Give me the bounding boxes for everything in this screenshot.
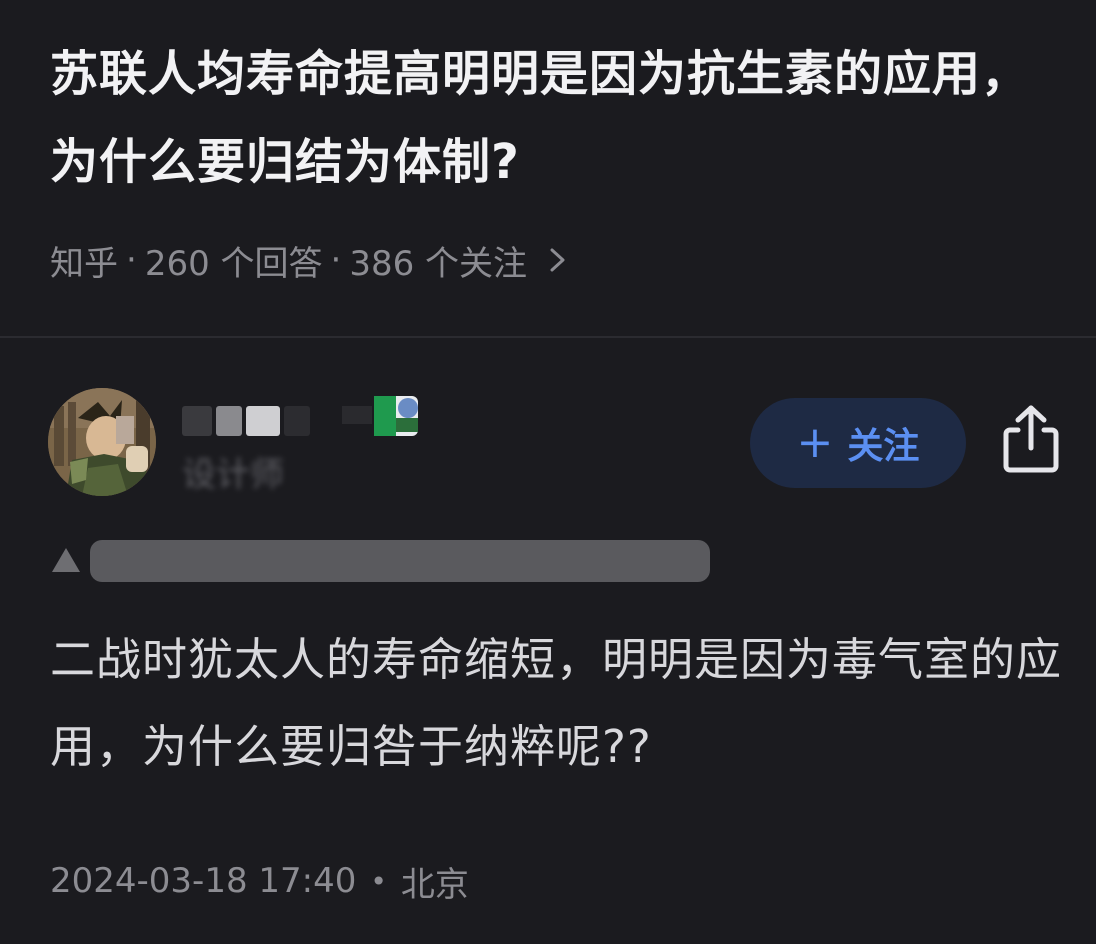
avatar[interactable] — [48, 388, 156, 496]
author-name-redacted[interactable] — [182, 406, 312, 436]
badge-icon — [342, 396, 418, 436]
question-meta[interactable]: 知乎 · 260 个回答 · 386 个关注 — [50, 234, 571, 286]
plus-icon: + — [796, 417, 834, 468]
vote-summary-redacted — [90, 540, 710, 582]
chevron-right-icon — [550, 248, 565, 272]
answer-location: 北京 — [400, 864, 469, 905]
question-follower-count: 386 个关注 — [349, 243, 528, 284]
answer-card: 设计师 + 关注 二战时犹太人的寿命缩短，明明是因为毒气室的应用，为什么要归咎于… — [0, 338, 1096, 944]
vote-summary[interactable] — [48, 538, 718, 584]
question-title[interactable]: 苏联人均寿命提高明明是因为抗生素的应用，为什么要归结为体制? — [50, 30, 1050, 206]
follow-button-label: 关注 — [847, 426, 920, 467]
answer-footer: 2024-03-18 17:40 • 北京 — [50, 856, 469, 906]
question-source: 知乎 — [50, 243, 118, 284]
question-header: 苏联人均寿命提高明明是因为抗生素的应用，为什么要归结为体制? 知乎 · 260 … — [0, 0, 1096, 336]
author-description: 设计师 — [182, 455, 284, 495]
follow-button[interactable]: + 关注 — [750, 398, 966, 488]
question-answer-count: 260 个回答 — [144, 243, 323, 284]
answer-content[interactable]: 二战时犹太人的寿命缩短，明明是因为毒气室的应用，为什么要归咎于纳粹呢?? — [50, 616, 1080, 790]
footer-separator: • — [370, 864, 387, 898]
upvote-triangle-icon — [52, 548, 80, 572]
avatar-image — [48, 388, 156, 496]
meta-separator: · — [126, 240, 137, 280]
meta-separator: · — [330, 240, 342, 280]
share-icon[interactable] — [998, 402, 1064, 476]
answer-date: 2024-03-18 17:40 — [50, 861, 357, 901]
